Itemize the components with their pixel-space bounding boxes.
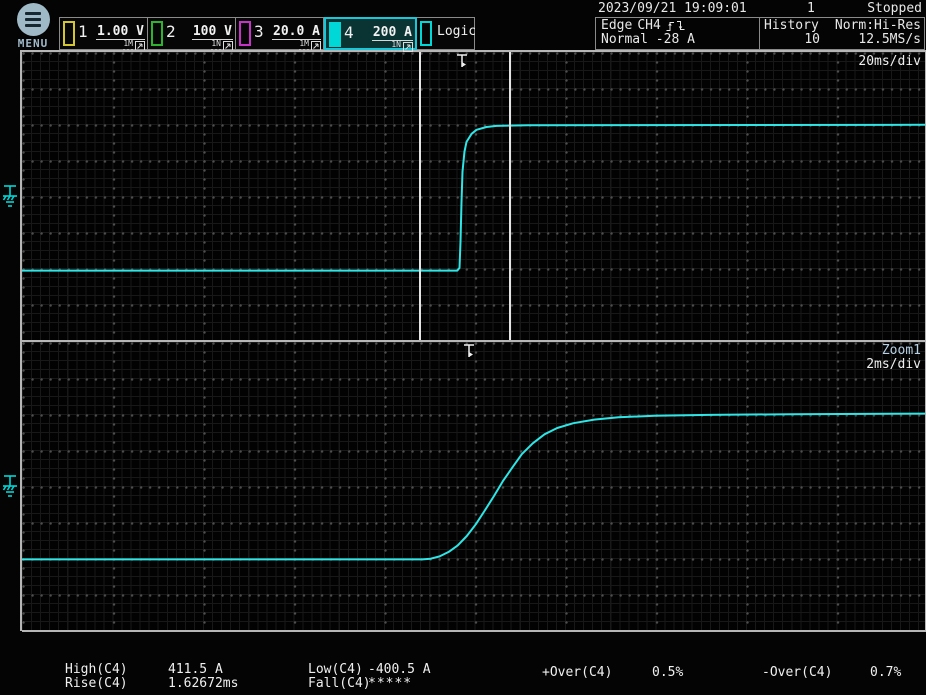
zoom-timebase-label: 2ms/div [866, 357, 921, 372]
window-separator [22, 340, 926, 342]
channel-strip: 1 1.00 V 1M 2 100 V 1N 3 [59, 17, 475, 50]
measure-label: Fall(C4) [308, 676, 371, 691]
zoom-window-label: Zoom1 [882, 343, 921, 358]
measurement-bar: High(C4) 411.5 A Rise(C4) 1.62672ms Low(… [0, 662, 926, 695]
hamburger-icon [17, 3, 50, 36]
probe-icon [223, 41, 233, 51]
measure-value: ***** [368, 676, 412, 691]
measure-label: High(C4) [65, 662, 128, 677]
channel-1-number: 1 [78, 20, 88, 44]
measure-value: 411.5 A [168, 662, 223, 677]
channel-2-indicator [151, 21, 163, 46]
channel-1-button[interactable]: 1 1.00 V 1M [60, 18, 148, 49]
channel-4-indicator [329, 22, 341, 47]
trigger-level: -28 A [656, 32, 695, 47]
zoom-waveform-window: Zoom1 2ms/div [22, 342, 926, 630]
logic-button[interactable]: Logic [417, 18, 474, 49]
channel-3-number: 3 [254, 20, 264, 44]
trigger-source: CH4 [637, 18, 660, 33]
measure-label: Low(C4) [308, 662, 363, 677]
status-row: 2023/09/21 19:09:01 1 Stopped [595, 1, 924, 16]
edge-trigger-icon [666, 20, 686, 32]
coupling-icon: 1N [391, 41, 401, 52]
channel-2-button[interactable]: 2 100 V 1N [148, 18, 236, 49]
channel-2-number: 2 [166, 20, 176, 44]
acquisition-mode: Norm:Hi-Res [835, 18, 921, 33]
logic-label: Logic [437, 20, 476, 44]
ground-level-icon[interactable] [1, 184, 19, 210]
trigger-mode: Normal [601, 32, 648, 47]
sample-rate: 12.5MS/s [858, 32, 921, 47]
main-waveform-window: 20ms/div [22, 52, 926, 340]
run-state-indicator[interactable]: Stopped [867, 1, 922, 16]
history-label[interactable]: History [764, 18, 819, 33]
history-count: 10 [764, 32, 820, 47]
measure-value: 0.5% [652, 665, 683, 680]
trigger-type-row: Edge CH4 [601, 18, 686, 33]
trigger-position-icon[interactable] [455, 54, 469, 70]
measure-label: -Over(C4) [762, 665, 832, 680]
datetime: 2023/09/21 19:09:01 [598, 1, 747, 16]
channel-3-button[interactable]: 3 20.0 A 1M [236, 18, 324, 49]
zoom-cursor-right[interactable] [509, 52, 511, 340]
channel-4-scale: 200 A [372, 25, 413, 41]
probe-icon [403, 42, 413, 52]
channel-4-number: 4 [344, 21, 354, 45]
channel-1-scale: 1.00 V [96, 24, 145, 40]
measure-value: -400.5 A [368, 662, 431, 677]
trigger-acquisition-box[interactable]: Edge CH4 Normal -28 A History 10 Norm:Hi… [595, 17, 925, 50]
channel-1-indicator [63, 21, 75, 46]
probe-icon [311, 41, 321, 51]
trigger-mode-row: Normal -28 A [601, 32, 695, 47]
main-timebase-label: 20ms/div [858, 54, 921, 69]
zoom-cursor-left[interactable] [419, 52, 421, 340]
trigger-type: Edge [601, 18, 632, 33]
measure-value: 1.62672ms [168, 676, 238, 691]
menu-button[interactable]: MENU [11, 3, 55, 49]
divider [759, 18, 760, 49]
menu-button-label: MENU [11, 37, 55, 50]
oscilloscope-screen: MENU 1 1.00 V 1M 2 100 V 1N [0, 0, 926, 695]
channel-2-scale: 100 V [192, 24, 233, 40]
measure-label: Rise(C4) [65, 676, 128, 691]
plot-area: 20ms/div Zoom1 2ms/div [20, 50, 926, 631]
measure-value: 0.7% [870, 665, 901, 680]
channel-3-scale: 20.0 A [272, 24, 321, 40]
trigger-position-icon[interactable] [462, 344, 476, 360]
main-waveform [22, 52, 926, 340]
channel-3-indicator [239, 21, 251, 46]
measure-label: +Over(C4) [542, 665, 612, 680]
zoom-waveform [22, 342, 926, 630]
plot-bottom-border [22, 630, 926, 632]
logic-indicator [420, 21, 432, 46]
acquisition-count: 1 [807, 1, 815, 16]
probe-icon [135, 41, 145, 51]
ground-level-icon[interactable] [1, 474, 19, 500]
channel-4-button-selected[interactable]: 4 200 A 1N [324, 17, 417, 50]
